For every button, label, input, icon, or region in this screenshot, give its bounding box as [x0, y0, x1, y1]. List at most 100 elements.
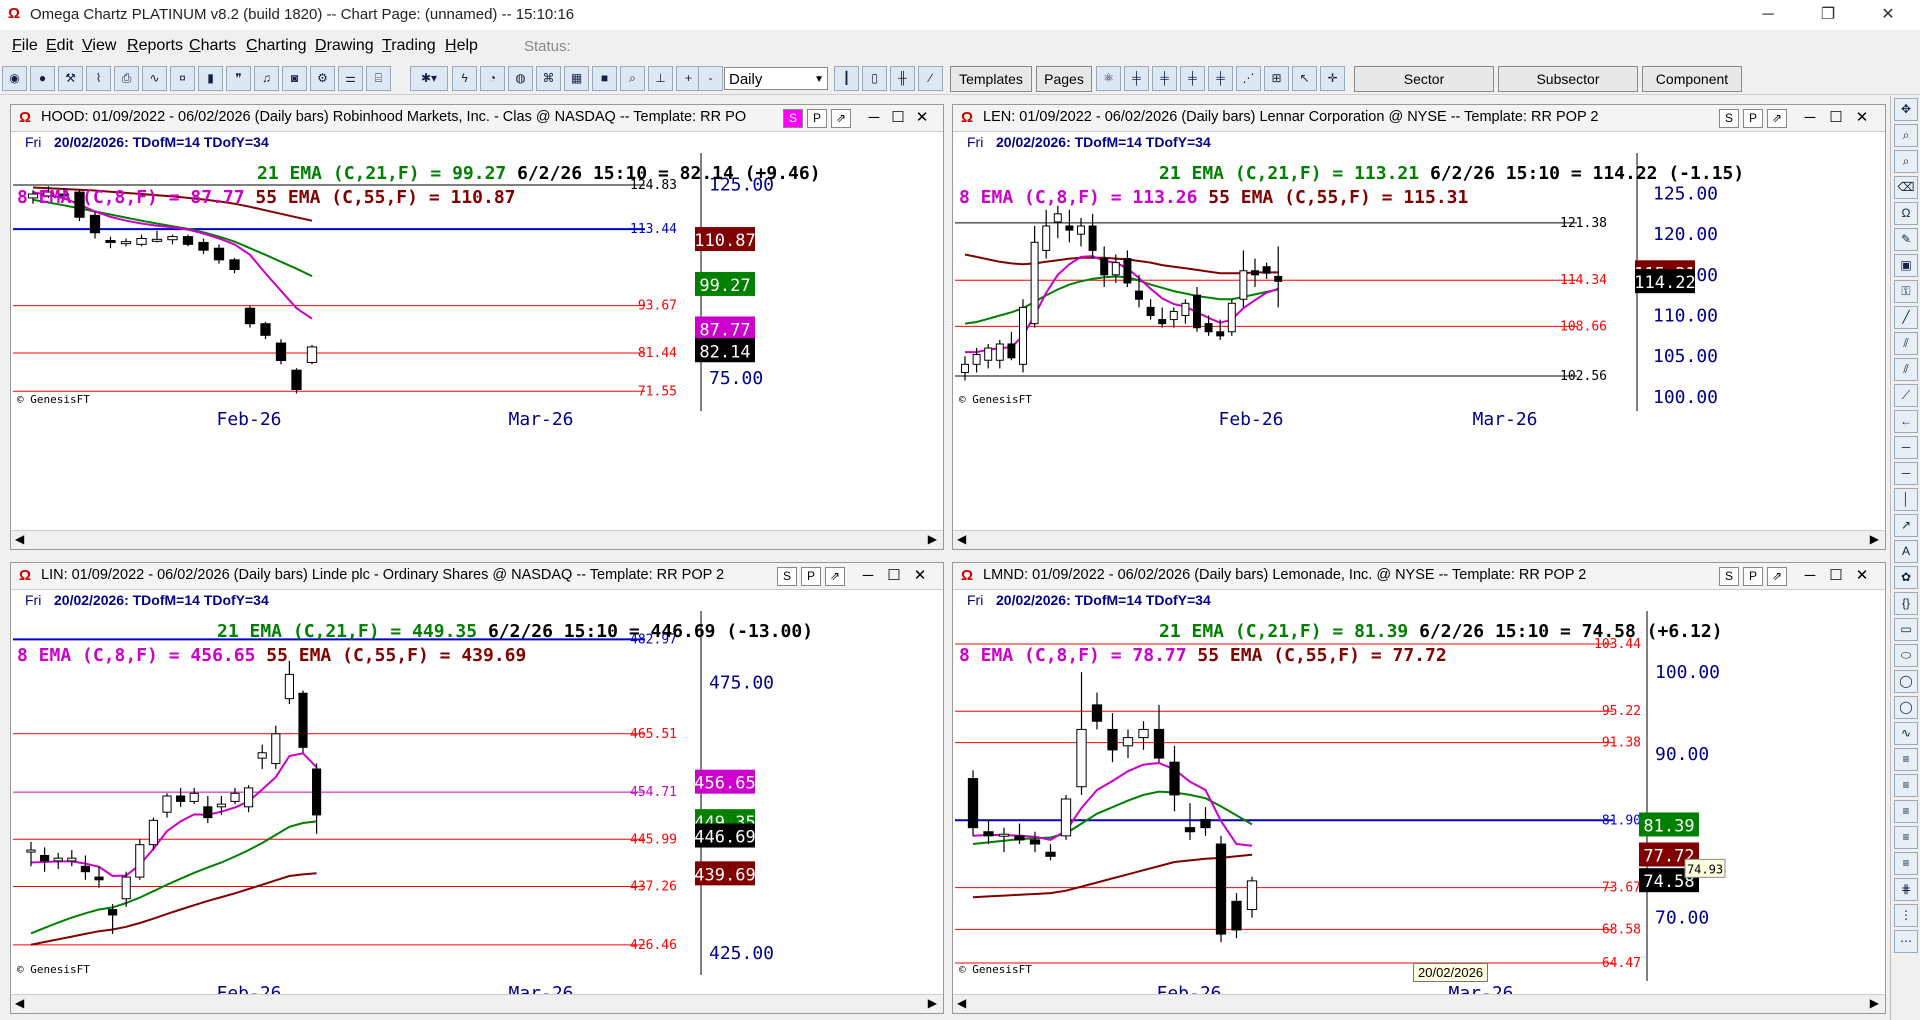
- more-icon[interactable]: ⋯: [1894, 930, 1918, 953]
- price-chart[interactable]: 103.4495.2291.3881.9073.6768.5864.47100.…: [953, 563, 1886, 1014]
- minimize-icon[interactable]: ─: [1740, 0, 1796, 30]
- menu-reports[interactable]: Reports: [127, 37, 183, 55]
- menu-drawing[interactable]: Drawing: [315, 37, 374, 55]
- price-chart[interactable]: 124.83113.4493.6781.4471.55125.000075.00…: [11, 105, 944, 550]
- crosshair-icon[interactable]: ✛: [1320, 66, 1345, 91]
- templates-button[interactable]: Templates: [950, 66, 1032, 92]
- scroll-left-icon[interactable]: ◀: [15, 996, 24, 1010]
- scroll-right-icon[interactable]: ▶: [928, 532, 937, 546]
- pages-button[interactable]: Pages: [1036, 66, 1092, 92]
- circle-icon[interactable]: ◯: [1894, 670, 1918, 693]
- circle2-icon[interactable]: ◯: [1894, 696, 1918, 719]
- candles-a-icon[interactable]: ╪: [1124, 66, 1149, 91]
- wave-icon[interactable]: ∿: [142, 66, 167, 91]
- scroll-right-icon[interactable]: ▶: [1870, 996, 1879, 1010]
- scanner-icon[interactable]: ⌇: [86, 66, 111, 91]
- price-chart[interactable]: 121.38114.34108.66102.56125.00120.00115.…: [953, 105, 1886, 550]
- fib4-icon[interactable]: ≡: [1894, 826, 1918, 849]
- zoom-icon[interactable]: ⌕: [620, 66, 645, 91]
- gann-icon[interactable]: ⋕: [1894, 878, 1918, 901]
- vline-icon[interactable]: │: [1894, 488, 1918, 511]
- magnifier-icon[interactable]: ⌕: [1894, 124, 1918, 147]
- lock-icon[interactable]: ⚿: [1894, 280, 1918, 303]
- link-icon[interactable]: ⌘: [536, 66, 561, 91]
- close-icon[interactable]: ✕: [1860, 0, 1916, 30]
- pointer-icon[interactable]: ↖: [1292, 66, 1317, 91]
- sector-button[interactable]: Sector: [1354, 66, 1494, 92]
- eraser-icon[interactable]: ⌫: [1894, 176, 1918, 199]
- gauge-icon[interactable]: ◔: [480, 66, 505, 91]
- fib3-icon[interactable]: ≡: [1894, 800, 1918, 823]
- grid-icon[interactable]: ▦: [564, 66, 589, 91]
- horizontal-scrollbar[interactable]: ◀ ▶: [953, 994, 1885, 1013]
- menu-edit[interactable]: Edit: [46, 37, 74, 55]
- stop-icon[interactable]: ■: [592, 66, 617, 91]
- scroll-right-icon[interactable]: ▶: [1870, 532, 1879, 546]
- interval-select[interactable]: Daily ▼: [724, 67, 828, 90]
- magnifier-minus-icon[interactable]: ⌕: [1894, 150, 1918, 173]
- scroll-left-icon[interactable]: ◀: [957, 532, 966, 546]
- subsector-button[interactable]: Subsector: [1498, 66, 1638, 92]
- network-icon[interactable]: ⚛: [1096, 66, 1121, 91]
- tools-icon[interactable]: ⚒: [58, 66, 83, 91]
- globe-icon[interactable]: ◉: [2, 66, 27, 91]
- menu-charting[interactable]: Charting: [246, 37, 306, 55]
- remove-trendline-icon[interactable]: -: [698, 66, 723, 91]
- trend-icon[interactable]: ⋰: [1236, 66, 1261, 91]
- lightning-icon[interactable]: ϟ: [452, 66, 477, 91]
- candle-chart-icon[interactable]: ▯: [862, 66, 887, 91]
- image-icon[interactable]: ▣: [1894, 254, 1918, 277]
- hline-icon[interactable]: ─: [1894, 436, 1918, 459]
- channel-icon[interactable]: ⫽: [1894, 332, 1918, 355]
- horizontal-scrollbar[interactable]: ◀ ▶: [11, 994, 943, 1013]
- thumbtack-icon[interactable]: ⊥: [648, 66, 673, 91]
- scroll-left-icon[interactable]: ◀: [15, 532, 24, 546]
- alarm-icon[interactable]: ♫: [254, 66, 279, 91]
- menu-charts[interactable]: Charts: [189, 37, 236, 55]
- menu-trading[interactable]: Trading: [382, 37, 436, 55]
- arrows-icon[interactable]: ✥: [1894, 98, 1918, 121]
- candles-b-icon[interactable]: ╪: [1152, 66, 1177, 91]
- menu-file[interactable]: File: [12, 37, 38, 55]
- wave-tool-icon[interactable]: ∿: [1894, 722, 1918, 745]
- ohlc-chart-icon[interactable]: ╫: [890, 66, 915, 91]
- quote-icon[interactable]: ❞: [226, 66, 251, 91]
- rectangle-icon[interactable]: ▭: [1894, 618, 1918, 641]
- fib-icon[interactable]: ≡: [1894, 748, 1918, 771]
- fib2-icon[interactable]: ≡: [1894, 774, 1918, 797]
- scroll-right-icon[interactable]: ▶: [928, 996, 937, 1010]
- line-chart-icon[interactable]: ∕: [918, 66, 943, 91]
- traffic-light-icon[interactable]: ●: [30, 66, 55, 91]
- fib5-icon[interactable]: ≡: [1894, 852, 1918, 875]
- price-chart[interactable]: 482.97465.51454.71445.99437.26426.46475.…: [11, 563, 944, 1014]
- cycle-icon[interactable]: ⋮: [1894, 904, 1918, 927]
- ruler-icon[interactable]: ⚌: [338, 66, 363, 91]
- candles-d-icon[interactable]: ╪: [1208, 66, 1233, 91]
- ball-icon[interactable]: ◍: [508, 66, 533, 91]
- restore-icon[interactable]: ❐: [1800, 0, 1856, 30]
- menu-view[interactable]: View: [82, 37, 116, 55]
- gate-icon[interactable]: ⌸: [366, 66, 391, 91]
- candles-c-icon[interactable]: ╪: [1180, 66, 1205, 91]
- component-button[interactable]: Component: [1642, 66, 1742, 92]
- arrow-diag-icon[interactable]: ↗: [1894, 514, 1918, 537]
- line-tool-icon[interactable]: ╱: [1894, 306, 1918, 329]
- bug-dropdown-icon[interactable]: ✱▾: [410, 66, 448, 91]
- pencil-icon[interactable]: ✎: [1894, 228, 1918, 251]
- brace-icon[interactable]: {}: [1894, 592, 1918, 615]
- ellipse-icon[interactable]: ⬭: [1894, 644, 1918, 667]
- settings-icon[interactable]: ⚙: [310, 66, 335, 91]
- color-icon[interactable]: ✿: [1894, 566, 1918, 589]
- parallel-icon[interactable]: ⫽: [1894, 358, 1918, 381]
- bars-icon[interactable]: ▮: [198, 66, 223, 91]
- coins-icon[interactable]: ¤: [170, 66, 195, 91]
- printer-icon[interactable]: ⎙: [114, 66, 139, 91]
- hline2-icon[interactable]: ─: [1894, 462, 1918, 485]
- text-tool-icon[interactable]: A: [1894, 540, 1918, 563]
- crosshair-grid-icon[interactable]: ⊞: [1264, 66, 1289, 91]
- scroll-left-icon[interactable]: ◀: [957, 996, 966, 1010]
- horizontal-scrollbar[interactable]: ◀ ▶: [11, 530, 943, 549]
- menu-help[interactable]: Help: [445, 37, 478, 55]
- fan-icon[interactable]: ⟋: [1894, 384, 1918, 407]
- bar-chart-icon[interactable]: ┃: [834, 66, 859, 91]
